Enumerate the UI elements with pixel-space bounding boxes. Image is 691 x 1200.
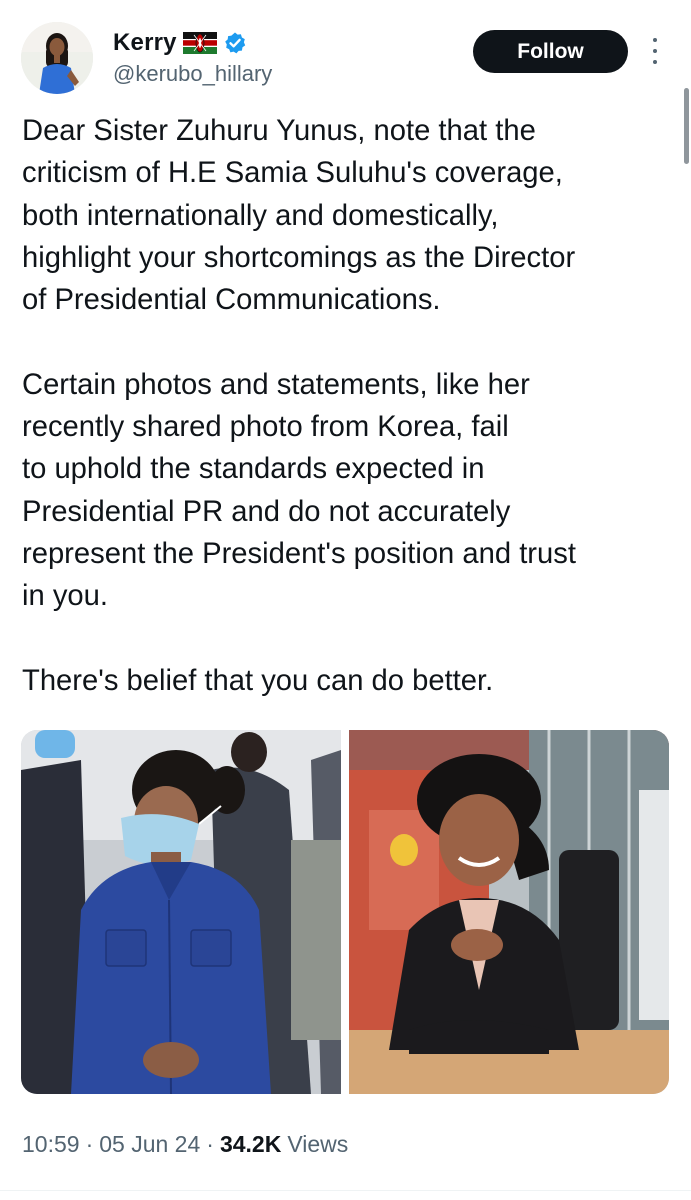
text-line: criticism of H.E Samia Suluhu's coverage… (22, 157, 563, 190)
text-line: There's belief that you can do better. (22, 664, 494, 697)
text-line: both internationally and domestically, (22, 199, 499, 232)
kenya-flag-icon (182, 32, 217, 54)
text-line: highlight your shortcomings as the Direc… (22, 241, 576, 274)
photo-woman-in-black-smiling-at-desk[interactable] (349, 730, 669, 1094)
text-line: of Presidential Communications. (22, 284, 441, 317)
author-avatar[interactable] (21, 22, 93, 94)
author-display-name[interactable]: Kerry (113, 29, 177, 57)
more-dot (653, 49, 657, 53)
meta-separator: · (206, 1131, 214, 1157)
more-dot (653, 38, 657, 42)
text-line: represent the President's position and t… (22, 537, 576, 570)
author-name-row: Kerry (113, 28, 247, 58)
text-line: in you. (22, 580, 108, 613)
photo-woman-in-blue-with-face-mask[interactable] (21, 730, 341, 1094)
scrollbar-thumb[interactable] (684, 88, 689, 164)
meta-separator: · (85, 1131, 94, 1157)
text-line: Presidential PR and do not accurately (22, 495, 511, 528)
text-line: Certain photos and statements, like her (22, 368, 530, 401)
text-line: recently shared photo from Korea, fail (22, 411, 509, 444)
text-line: to uphold the standards expected in (22, 453, 485, 486)
tweet-text: Dear Sister Zuhuru Yunus, note that the … (22, 110, 682, 702)
more-dot (653, 60, 657, 64)
views-label[interactable]: Views (287, 1131, 348, 1158)
tweet: Kerry @kerubo_hillary Follow Dear Sister… (0, 0, 691, 1200)
tweet-paragraph: Dear Sister Zuhuru Yunus, note that the … (22, 110, 682, 321)
author-handle[interactable]: @kerubo_hillary (113, 61, 272, 87)
tweet-paragraph: Certain photos and statements, like her … (22, 364, 682, 618)
media-grid (21, 730, 669, 1094)
divider (0, 1190, 691, 1191)
text-line: Dear Sister Zuhuru Yunus, note that the (22, 115, 536, 147)
views-count[interactable]: 34.2K (220, 1131, 281, 1158)
tweet-time[interactable]: 10:59 (22, 1131, 80, 1158)
more-options-icon[interactable] (645, 38, 665, 64)
verified-badge-icon[interactable] (223, 31, 247, 55)
follow-button[interactable]: Follow (473, 30, 628, 73)
tweet-meta: 10:59 · 05 Jun 24 · 34.2K Views (22, 1131, 348, 1158)
tweet-date[interactable]: 05 Jun 24 (99, 1131, 200, 1158)
tweet-paragraph: There's belief that you can do better. (22, 660, 682, 702)
